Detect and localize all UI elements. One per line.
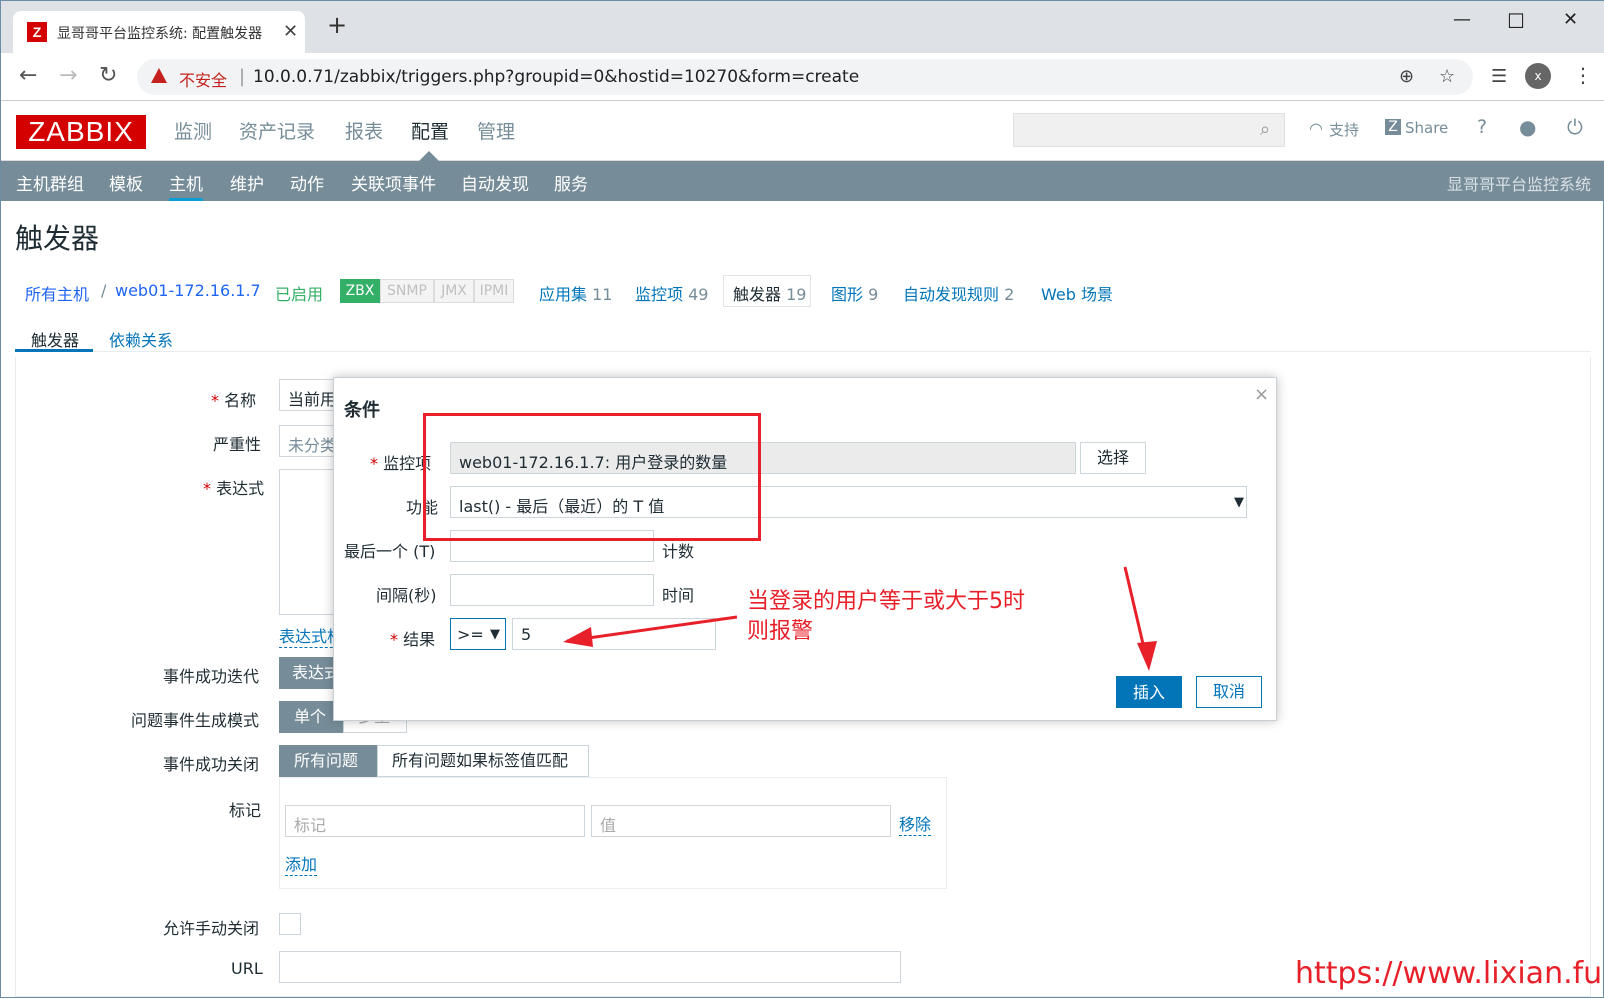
result-pointer-arrow-line — [566, 615, 738, 643]
browser-window: Z 显哥哥平台监控系统: 配置触发器 ✕ + — ☐ ✕ ← → ↻ 不安全 |… — [0, 0, 1604, 998]
insert-pointer-arrowhead — [1137, 641, 1157, 671]
watermark: https://www.lixian.fun — [1295, 956, 1604, 991]
annotation-arrows — [563, 566, 1157, 671]
result-pointer-arrowhead — [563, 627, 593, 647]
